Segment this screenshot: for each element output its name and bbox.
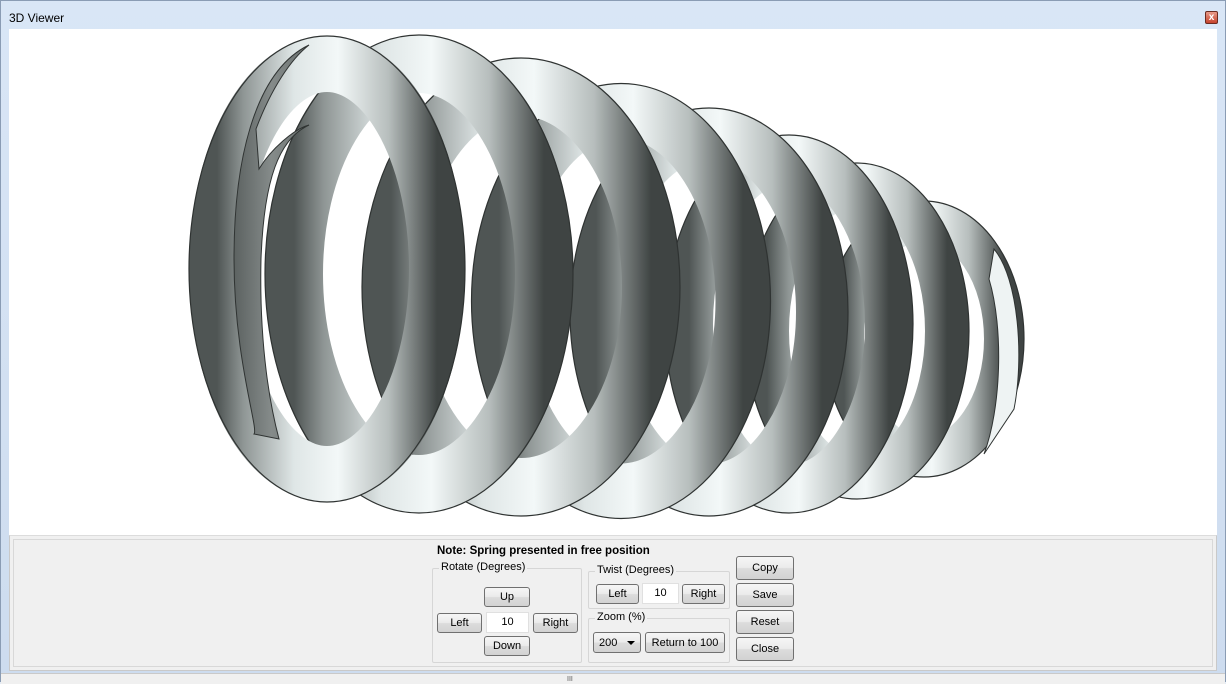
- zoom-selected-value: 200: [599, 637, 618, 649]
- title-bar[interactable]: 3D Viewer x: [1, 1, 1225, 29]
- note-text: Note: Spring presented in free position: [437, 545, 650, 557]
- rotate-up-button[interactable]: Up: [484, 587, 530, 607]
- 3d-viewport[interactable]: [9, 29, 1217, 535]
- chevron-down-icon: [627, 641, 635, 645]
- twist-right-button[interactable]: Right: [682, 584, 725, 604]
- close-window-icon[interactable]: x: [1205, 11, 1218, 24]
- save-button[interactable]: Save: [736, 583, 794, 607]
- twist-degrees-input[interactable]: 10: [642, 583, 679, 604]
- return-to-100-button[interactable]: Return to 100: [645, 632, 725, 653]
- close-button[interactable]: Close: [736, 637, 794, 661]
- control-panel: Note: Spring presented in free position …: [9, 535, 1217, 671]
- zoom-group-label: Zoom (%): [595, 611, 648, 623]
- rotate-left-button[interactable]: Left: [437, 613, 482, 633]
- rotate-down-button[interactable]: Down: [484, 636, 530, 656]
- resize-grip[interactable]: III: [1, 673, 1225, 684]
- rotate-degrees-input[interactable]: 10: [486, 612, 529, 633]
- viewer-window: 3D Viewer x Note: Spring presented in fr…: [0, 0, 1226, 684]
- rotate-group-label: Rotate (Degrees): [439, 561, 528, 573]
- reset-button[interactable]: Reset: [736, 610, 794, 634]
- copy-button[interactable]: Copy: [736, 556, 794, 580]
- spring-render: [188, 34, 1025, 520]
- twist-left-button[interactable]: Left: [596, 584, 639, 604]
- spring-coils: [188, 34, 1025, 520]
- window-title: 3D Viewer: [9, 11, 65, 25]
- zoom-select[interactable]: 200: [593, 632, 641, 653]
- twist-group-label: Twist (Degrees): [595, 564, 677, 576]
- rotate-right-button[interactable]: Right: [533, 613, 578, 633]
